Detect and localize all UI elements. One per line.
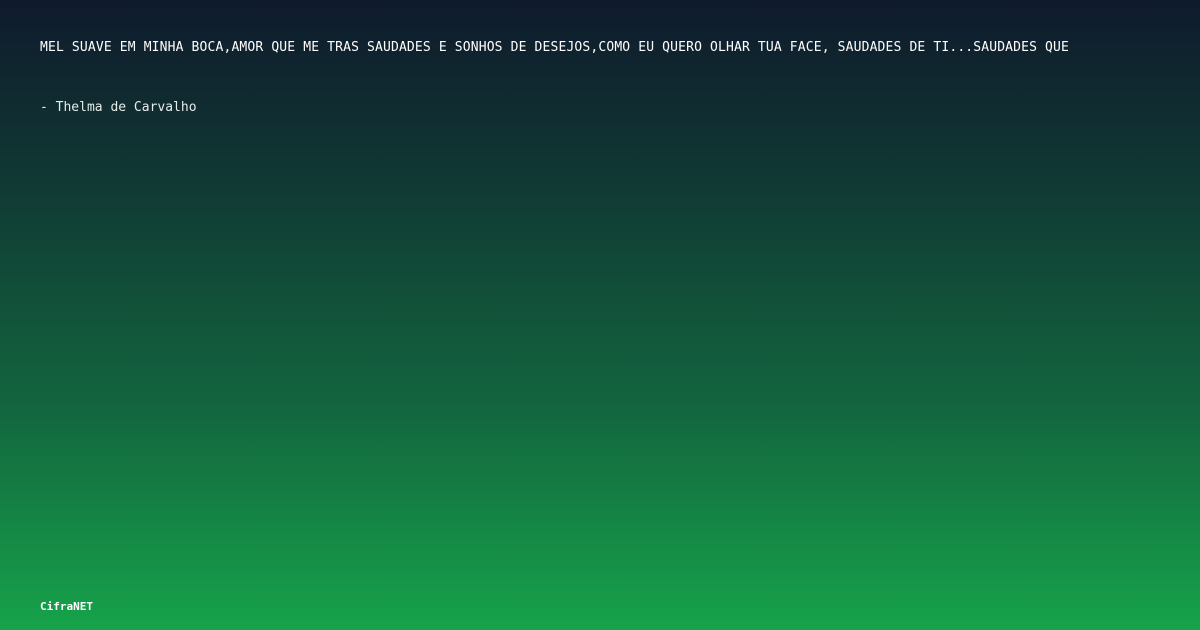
brand-name: CifraNET	[40, 600, 93, 613]
quote-card: MEL SUAVE EM MINHA BOCA,AMOR QUE ME TRAS…	[0, 0, 1200, 630]
quote-text: MEL SUAVE EM MINHA BOCA,AMOR QUE ME TRAS…	[40, 40, 1069, 55]
quote-author: - Thelma de Carvalho	[40, 100, 197, 115]
